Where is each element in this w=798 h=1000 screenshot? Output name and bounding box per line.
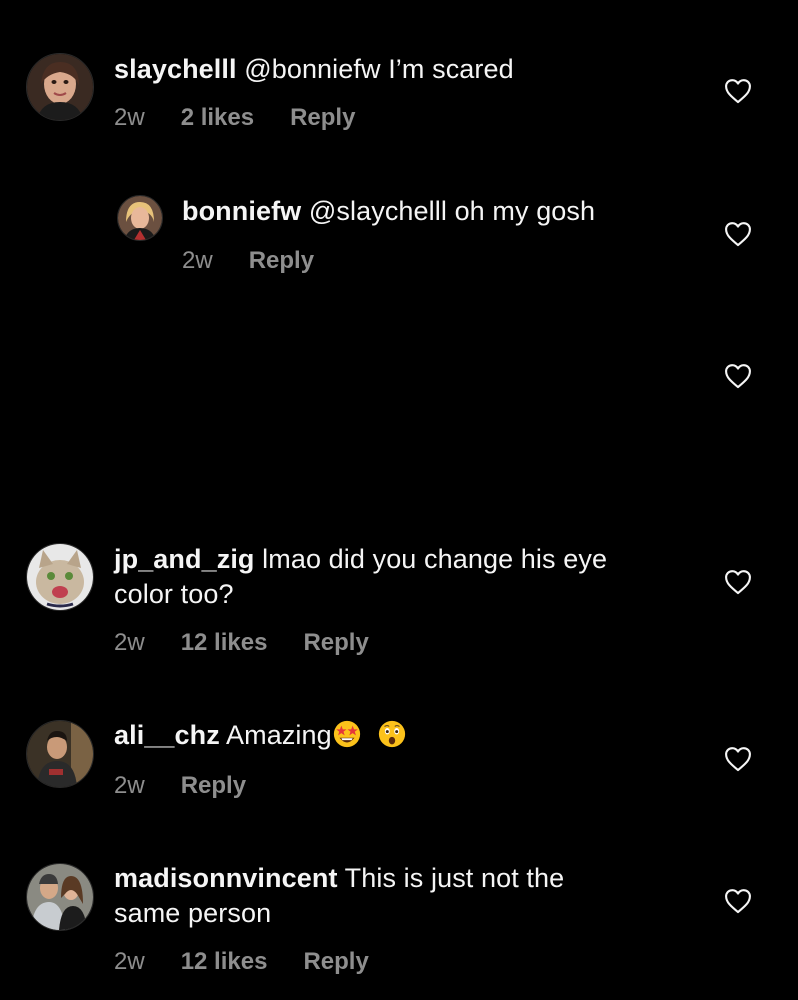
heart-outline-icon[interactable] — [724, 888, 752, 914]
comment-time: 2w — [114, 948, 145, 975]
comment-text: jp_and_zig lmao did you change his eye c… — [114, 542, 607, 612]
comment-likes-button[interactable]: 12 likes — [181, 947, 268, 977]
reply-button[interactable]: Reply — [181, 771, 246, 801]
comment-text: madisonnvincent This is just not the sam… — [114, 861, 564, 931]
comment-body: Amazing — [226, 720, 332, 750]
comment-time: 2w — [182, 247, 213, 274]
avatar-photo — [27, 721, 93, 787]
heart-outline-icon[interactable] — [724, 221, 752, 247]
avatar[interactable] — [26, 720, 94, 788]
comment-body-line2: same person — [114, 898, 272, 928]
comment-username[interactable]: ali__chz — [114, 720, 220, 750]
comment-body: I’m scared — [388, 54, 514, 84]
avatar-photo — [27, 54, 93, 120]
comment-meta: 2w Reply — [182, 246, 314, 276]
comment-likes-button[interactable]: 12 likes — [181, 628, 268, 658]
comment-time: 2w — [114, 772, 145, 799]
avatar[interactable] — [26, 863, 94, 931]
comment-meta: 2w Reply — [114, 771, 246, 801]
heart-outline-icon[interactable] — [724, 569, 752, 595]
comment-body: oh my gosh — [454, 196, 596, 226]
avatar[interactable] — [26, 53, 94, 121]
reply-button[interactable]: Reply — [249, 246, 314, 276]
star-struck-emoji — [333, 720, 360, 748]
reply-button[interactable]: Reply — [303, 947, 368, 977]
comment-likes-button[interactable]: 2 likes — [181, 103, 254, 133]
comment-username[interactable]: bonniefw — [182, 196, 301, 226]
astonished-face-emoji — [379, 720, 406, 748]
comment-text: ali__chz Amazing — [114, 718, 407, 753]
comment-time: 2w — [114, 629, 145, 656]
avatar[interactable] — [117, 195, 163, 241]
comment-mention[interactable]: @slaychelll — [309, 196, 447, 226]
comment-username[interactable]: slaychelll — [114, 54, 237, 84]
avatar-photo — [118, 196, 162, 240]
comment-body-line1: This is just not the — [344, 863, 565, 893]
comment-username[interactable]: madisonnvincent — [114, 863, 338, 893]
avatar[interactable] — [26, 543, 94, 611]
heart-outline-icon[interactable] — [724, 746, 752, 772]
comment-meta: 2w 12 likes Reply — [114, 947, 369, 977]
comment-time: 2w — [114, 104, 145, 131]
comment-text: slaychelll @bonniefw I’m scared — [114, 52, 514, 87]
comment-mention[interactable]: @bonniefw — [244, 54, 380, 84]
comment-meta: 2w 12 likes Reply — [114, 628, 369, 658]
avatar-photo — [27, 544, 93, 610]
heart-outline-icon[interactable] — [724, 78, 752, 104]
reply-button[interactable]: Reply — [303, 628, 368, 658]
avatar-photo — [27, 864, 93, 930]
comment-body-line1: lmao did you change his eye — [262, 544, 608, 574]
reply-button[interactable]: Reply — [290, 103, 355, 133]
comment-meta: 2w 2 likes Reply — [114, 103, 355, 133]
heart-outline-icon[interactable] — [724, 363, 752, 389]
comment-body-line2: color too? — [114, 579, 234, 609]
comment-username[interactable]: jp_and_zig — [114, 544, 255, 574]
comment-text: bonniefw @slaychelll oh my gosh — [182, 194, 595, 229]
